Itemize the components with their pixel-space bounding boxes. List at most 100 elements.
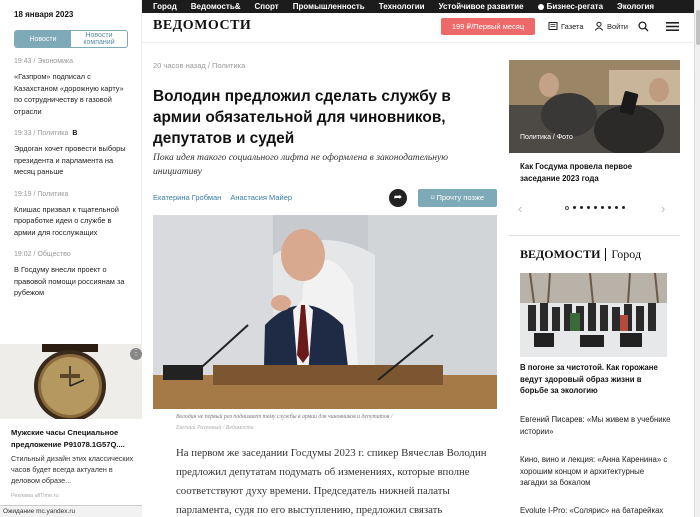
tab-company-news[interactable]: Новости компаний [71,31,127,47]
news-headline: Эрдоган хочет провести выборы президента… [14,144,126,176]
news-item[interactable]: 19:43 / Экономика «Газпром» подписал с Ка… [14,58,132,117]
ad-menu-icon[interactable]: ⋮ [130,348,142,360]
login-link[interactable]: Войти [594,21,628,31]
top-nav-item[interactable]: Бизнес-регата [537,0,604,13]
news-time: 19:02 [14,251,32,258]
news-sidebar: 18 января 2023 Новости Новости компаний … [0,0,142,517]
news-section: Политика [37,190,69,198]
news-meta: 19:43 / Экономика [14,58,132,65]
page-scrollbar[interactable] [694,0,700,517]
sidebar-date: 18 января 2023 [14,10,74,19]
city-logo-text: ВЕДОМОСТИ [520,247,601,261]
news-time: 19:19 [14,190,32,198]
news-item[interactable]: 19:19 / Политика Клишас призвал к тщатель… [14,191,132,239]
menu-icon[interactable] [666,21,679,32]
news-time: 19:33 [14,130,32,137]
header-divider [142,42,694,43]
read-later-label: Прочту позже [436,193,485,202]
city-photo[interactable] [520,273,667,357]
read-later-button[interactable]: ⌑ Прочту позже [418,189,497,207]
author-link[interactable]: Екатерина Гробман [153,193,221,202]
top-nav-item[interactable]: Устойчивое развитие [439,0,524,13]
gallery-title[interactable]: Как Госдума провела первое заседание 202… [520,161,670,184]
news-meta: 19:19 / Политика [14,191,132,198]
carousel-dot[interactable] [608,206,611,209]
carousel-dot[interactable] [587,206,590,209]
share-button[interactable]: ➦ [389,189,407,207]
news-section: Общество [37,251,71,258]
news-section: Экономика [37,58,74,65]
top-nav-label: Ведомость& [190,2,241,11]
news-meta: 19:02 / Общество [14,251,132,258]
article-photo [153,215,497,409]
article-body: На первом же заседании Госдумы 2023 г. с… [176,447,487,516]
city-section-logo[interactable]: ВЕДОМОСТИ Город [520,247,641,262]
newspaper-icon [548,22,558,30]
top-nav-item[interactable]: Технологии [379,0,425,13]
news-time: 19:43 [14,58,32,65]
carousel-dot[interactable] [615,206,618,209]
city-label: Город [611,247,642,261]
news-section: Политика [37,130,69,137]
browser-status-bar: Ожидание mc.yandex.ru [0,505,142,517]
photo-caption: Володин не первый раз поднимает тему слу… [176,414,393,420]
article-lead: Пока идея такого социального лифта не оф… [153,152,449,177]
author-link[interactable]: Анастасия Майер [230,193,292,202]
top-nav-item[interactable]: Ведомость& [191,0,241,13]
top-nav-label: Спорт [254,2,279,11]
carousel-dot[interactable] [601,206,604,209]
sidebar-tabs: Новости Новости компаний [14,30,128,48]
sidebar-news-list: 19:43 / Экономика «Газпром» подписал с Ка… [14,58,132,312]
article-authors: Екатерина Гробман Анастасия Майер [153,193,292,202]
site-logo[interactable]: ВЕДОМОСТИ [153,18,251,34]
city-article-item[interactable]: Evolute I-Pro: «Солярис» на батарейках [520,505,672,517]
city-article-title[interactable]: В погоне за чистотой. Как горожане ведут… [520,362,670,397]
top-nav-item[interactable]: Город [153,0,177,13]
news-badge: B [72,130,78,137]
logo-divider [605,248,607,261]
article-title: Володин предложил сделать службу в армии… [153,88,451,147]
top-nav-item[interactable]: Спорт [255,0,279,13]
news-headline: В Госдуму внесли проект о правовой помощ… [14,265,125,297]
news-item[interactable]: 19:02 / Общество В Госдуму внесли проект … [14,251,132,299]
ad-source: Реклама allTime.ru [11,493,59,499]
subscribe-button[interactable]: 199 ₽/Первый месяц [441,18,535,35]
carousel-dot[interactable] [565,205,569,210]
scrollbar-thumb[interactable] [696,10,700,45]
top-nav-item[interactable]: Промышленность [293,0,365,13]
city-article-item[interactable]: Евгений Писарев: «Мы живем в учебнике ис… [520,414,672,437]
news-headline: Клишас призвал к тщательной проработке и… [14,204,119,237]
carousel-dot[interactable] [573,206,576,209]
ad-title[interactable]: Мужские часы Специальное предложение P91… [11,427,136,450]
login-label: Войти [607,21,628,31]
top-nav-label: Бизнес-регата [546,2,604,11]
carousel-dot[interactable] [622,206,625,209]
article-meta: 20 часов назад / Политика [153,61,246,70]
news-headline: «Газпром» подписал с Казахстаном «дорожн… [14,72,124,116]
top-nav-label: Устойчивое развитие [438,2,524,11]
news-item[interactable]: 19:33 / Политика B Эрдоган хочет провести … [14,130,132,178]
chevron-left-icon[interactable]: ‹ [518,201,522,216]
city-article-item[interactable]: Кино, вино и лекция: «Анна Каренина» с х… [520,454,672,489]
carousel-dot[interactable] [594,206,597,209]
carousel-dots [565,205,625,210]
search-icon[interactable] [638,21,649,32]
right-divider [509,235,680,236]
top-nav-label: Экология [617,2,655,11]
top-nav-item[interactable]: Экология [617,0,654,13]
tab-news[interactable]: Новости [15,31,71,47]
carousel-dot[interactable] [580,206,583,209]
chevron-right-icon[interactable]: › [661,201,665,216]
top-nav-label: Город [153,2,177,11]
photo-credit: Евгений Разумный / Ведомости [176,425,254,431]
ad-watch-image[interactable] [0,344,142,419]
top-nav-label: Технологии [378,2,425,11]
share-icon: ➦ [393,192,403,203]
user-icon [594,21,604,31]
newspaper-link[interactable]: Газета [548,21,584,31]
ad-text: Стильный дизайн этих классических часов … [11,454,134,485]
regatta-icon [537,4,544,10]
news-meta: 19:33 / Политика B [14,130,132,137]
top-nav-label: Промышленность [292,2,365,11]
newspaper-label: Газета [561,21,584,31]
